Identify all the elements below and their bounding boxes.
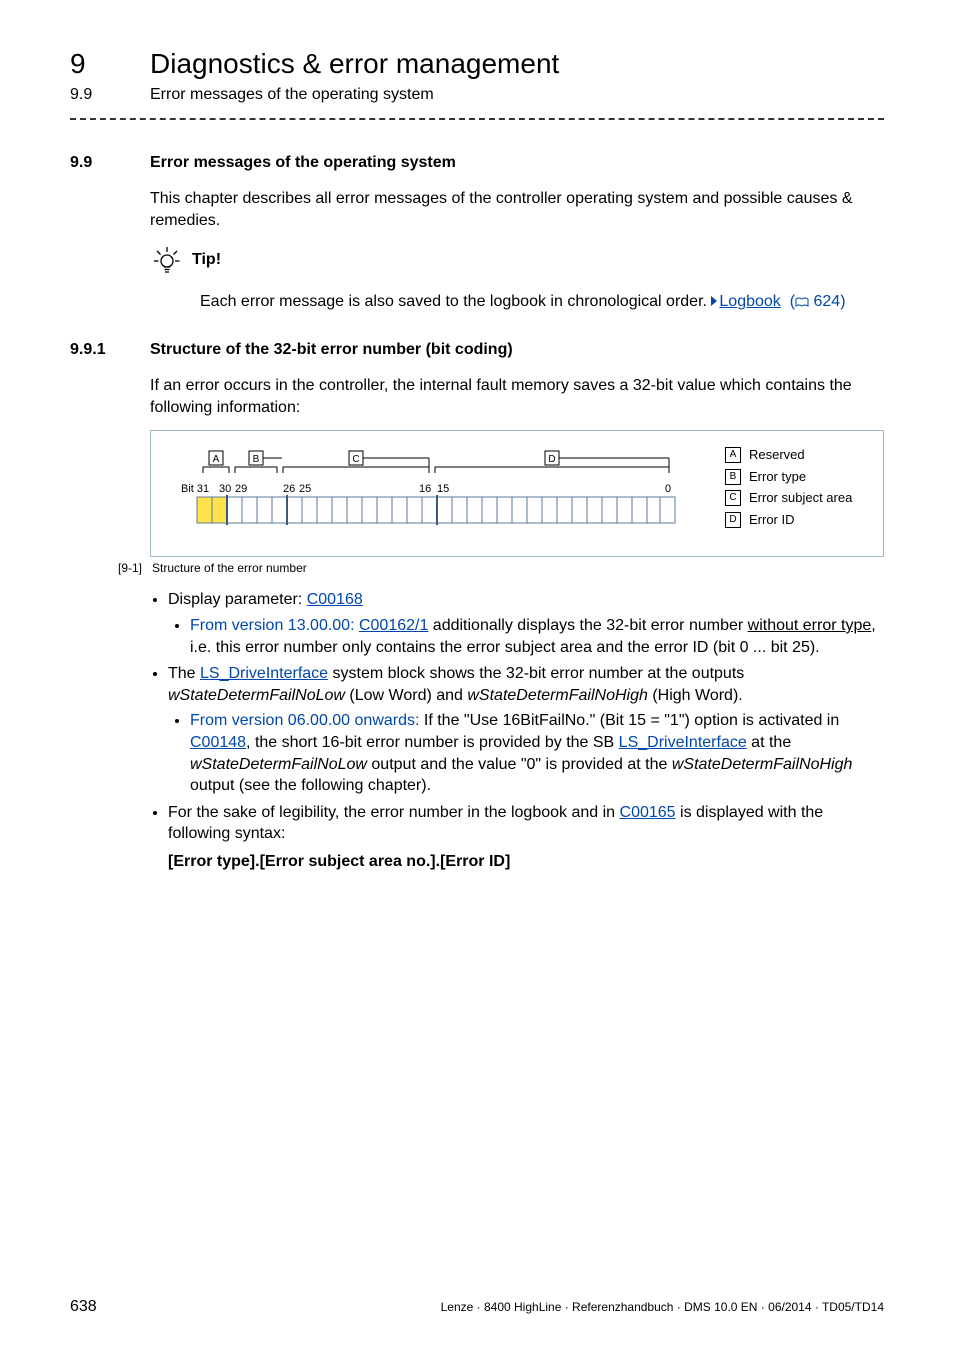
var-wstatedetermfailnolow-2: wStateDetermFailNoLow [190,756,367,773]
svg-text:Bit 31: Bit 31 [181,483,209,495]
book-icon [795,295,809,313]
tip-icon [150,243,184,277]
list-item: From version 06.00.00 onwards: If the "U… [190,710,884,796]
figure-caption-number: [9-1] [70,561,142,575]
link-c00162-1[interactable]: C00162/1 [359,617,428,634]
tip-text: Each error message is also saved to the … [200,293,884,313]
var-wstatedetermfailnolow: wStateDetermFailNoLow [168,687,345,704]
svg-text:26: 26 [283,483,295,495]
link-c00168[interactable]: C00168 [307,591,363,608]
legend-b: Error type [749,467,806,487]
error-number-syntax: [Error type].[Error subject area no.].[E… [168,853,510,870]
legend-a: Reserved [749,445,805,465]
figure-caption-text: Structure of the error number [152,561,307,575]
legend-c: Error subject area [749,488,852,508]
var-wstatedetermfailnohigh-2: wStateDetermFailNoHigh [672,756,853,773]
version-note: From version 13.00.00: [190,617,359,634]
page-ref-logbook: ( 624) [785,293,845,310]
svg-text:A: A [213,454,220,465]
link-c00165[interactable]: C00165 [620,804,676,821]
section-number-9-9: 9.9 [70,154,150,172]
bulleted-list: Display parameter: C00168 From version 1… [150,589,884,872]
list-item: The LS_DriveInterface system block shows… [168,663,884,797]
var-wstatedetermfailnohigh: wStateDetermFailNoHigh [467,687,648,704]
section-9-9-intro: This chapter describes all error message… [150,188,884,231]
legend-d: Error ID [749,510,795,530]
figure-caption: [9-1] Structure of the error number [70,561,884,575]
link-c00148[interactable]: C00148 [190,734,246,751]
page-number: 638 [70,1298,97,1316]
running-section-number: 9.9 [70,86,120,104]
svg-text:16: 16 [419,483,431,495]
error-number-diagram: A B C D [167,449,687,539]
section-title-9-9: Error messages of the operating system [150,154,456,172]
link-ls-driveinterface-2[interactable]: LS_DriveInterface [619,734,747,751]
figure-error-number: A B C D [150,430,884,557]
list-item: For the sake of legibility, the error nu… [168,802,884,873]
list-item: Display parameter: C00168 From version 1… [168,589,884,658]
tip-label: Tip! [192,251,221,269]
tip-text-body: Each error message is also saved to the … [200,293,711,310]
legend-key-c: C [725,490,741,506]
legend-key-d: D [725,512,741,528]
svg-text:D: D [548,454,555,465]
version-note: From version 06.00.00 onwards: [190,712,419,729]
legend-key-b: B [725,469,741,485]
running-section-title: Error messages of the operating system [150,86,434,104]
svg-text:30: 30 [219,483,231,495]
chapter-number: 9 [70,48,120,80]
link-arrow-icon [711,296,717,306]
svg-text:C: C [352,454,359,465]
page-footer: 638 Lenze · 8400 HighLine · Referenzhand… [70,1298,884,1316]
section-number-9-9-1: 9.9.1 [70,341,150,359]
svg-text:15: 15 [437,483,449,495]
section-title-9-9-1: Structure of the 32-bit error number (bi… [150,341,513,359]
link-logbook[interactable]: Logbook [719,293,780,310]
svg-text:29: 29 [235,483,247,495]
emphasis-without-error-type: without error type [748,617,872,634]
svg-text:0: 0 [665,483,671,495]
figure-legend: A Reserved B Error type C Error subject are… [717,431,883,556]
divider [70,118,884,120]
footer-doc-info: Lenze · 8400 HighLine · Referenzhandbuch… [441,1300,884,1314]
chapter-title: Diagnostics & error management [150,48,559,80]
svg-text:B: B [253,454,260,465]
list-item: From version 13.00.00: C00162/1 addition… [190,615,884,658]
link-ls-driveinterface[interactable]: LS_DriveInterface [200,665,328,682]
svg-text:25: 25 [299,483,311,495]
section-9-9-1-intro: If an error occurs in the controller, th… [150,375,884,418]
legend-key-a: A [725,447,741,463]
